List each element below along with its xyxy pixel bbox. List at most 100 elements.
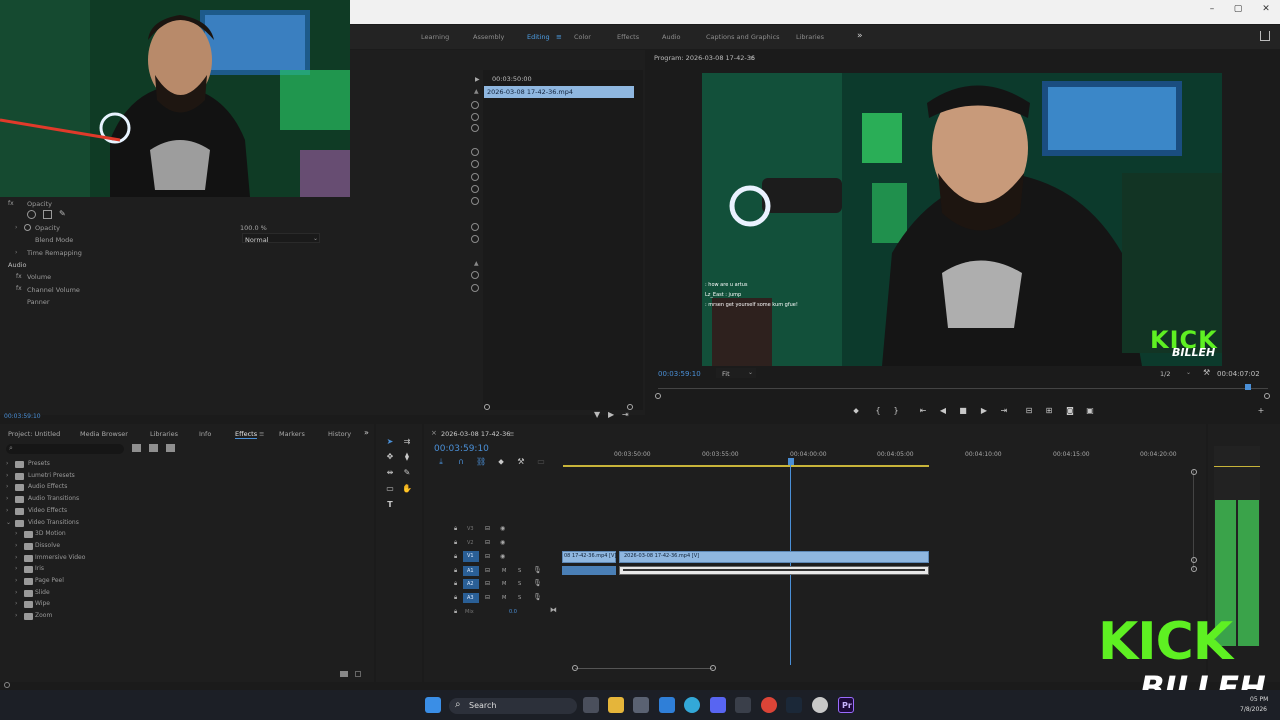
tab-libraries[interactable]: Libraries — [150, 430, 178, 438]
time-remapping-label[interactable]: Time Remapping — [27, 249, 82, 257]
scroll-handle-top[interactable] — [1191, 469, 1197, 475]
lock-icon[interactable]: 🔒︎ — [454, 594, 457, 602]
workspace-tab-audio[interactable]: Audio — [662, 33, 680, 41]
extract-icon[interactable]: ⊞ — [1044, 406, 1054, 416]
reset-icon[interactable] — [471, 173, 479, 181]
reset-icon[interactable] — [471, 197, 479, 205]
effects-tree-item[interactable]: Iris — [35, 565, 44, 572]
close-button[interactable]: ✕ — [1254, 2, 1278, 16]
insert-sequence-icon[interactable]: ⤓ — [436, 457, 446, 467]
expand-icon[interactable]: › — [15, 224, 17, 231]
task-view-icon[interactable] — [583, 697, 599, 713]
mark-in-icon[interactable]: { — [873, 406, 883, 416]
effects-tree-item[interactable]: Audio Effects — [28, 483, 67, 490]
effects-tree-item[interactable]: Page Peel — [35, 577, 64, 584]
close-icon[interactable]: × — [431, 429, 437, 437]
zoom-handle-left[interactable] — [572, 665, 578, 671]
captions-icon[interactable]: ▭ — [536, 457, 546, 467]
expand-icon[interactable]: › — [6, 460, 8, 467]
tab-effects[interactable]: Effects — [235, 430, 258, 439]
workspace-tab-learning[interactable]: Learning — [421, 33, 449, 41]
reset-icon[interactable] — [471, 124, 479, 132]
reset-icon[interactable] — [471, 148, 479, 156]
channel-volume-label[interactable]: Channel Volume — [27, 286, 80, 294]
volume-fx-icon[interactable]: fx — [16, 273, 22, 280]
reset-icon[interactable] — [471, 160, 479, 168]
expand-icon[interactable]: › — [15, 565, 17, 572]
status-icon[interactable] — [4, 682, 10, 688]
expand-icon[interactable]: › — [6, 483, 8, 490]
track-label-a3[interactable]: A3 — [467, 595, 474, 601]
go-to-out-icon[interactable]: ⇥ — [999, 406, 1009, 416]
track-select-tool-icon[interactable]: ⇉ — [402, 437, 412, 447]
eye-icon[interactable]: ◉ — [500, 553, 505, 560]
lock-icon[interactable]: 🔒︎ — [454, 580, 457, 588]
taskbar-date[interactable]: 7/8/2026 — [1240, 706, 1267, 713]
more-tabs-icon[interactable]: » — [364, 428, 369, 437]
effects-tree-item[interactable]: Wipe — [35, 600, 50, 607]
expand-icon[interactable]: › — [6, 495, 8, 502]
sync-lock-icon[interactable]: ⊟ — [485, 539, 490, 546]
share-icon[interactable] — [1260, 31, 1270, 41]
wrench-icon[interactable]: ⚒ — [1203, 368, 1210, 377]
track-label-v1[interactable]: V1 — [467, 553, 474, 559]
file-explorer-icon[interactable] — [608, 697, 624, 713]
sync-lock-icon[interactable]: ⊟ — [485, 525, 490, 532]
zoom-handle-left[interactable] — [655, 393, 661, 399]
accelerated-effects-icon[interactable] — [132, 444, 141, 452]
add-button-icon[interactable]: + — [1256, 406, 1266, 416]
timeline-settings-icon[interactable]: ⚒ — [516, 457, 526, 467]
channel-volume-fx-icon[interactable]: fx — [16, 285, 22, 292]
eye-icon[interactable]: ◉ — [500, 539, 505, 546]
program-monitor-title[interactable]: Program: 2026-03-08 17-42-36 — [654, 54, 755, 62]
export-frame-icon[interactable]: ⇥ — [622, 410, 629, 419]
mute-button[interactable]: M — [502, 595, 506, 601]
razor-tool-icon[interactable]: ⧫ — [402, 452, 412, 462]
yuv-effects-icon[interactable] — [166, 444, 175, 452]
maximize-button[interactable]: ▢ — [1226, 2, 1250, 16]
lift-icon[interactable]: ⊟ — [1024, 406, 1034, 416]
app-icon[interactable] — [735, 697, 751, 713]
filter-icon[interactable]: ▼ — [594, 410, 600, 419]
workspace-menu-icon[interactable]: ≡ — [556, 33, 562, 41]
steam-icon[interactable] — [786, 697, 802, 713]
effects-tree-item[interactable]: Video Effects — [28, 507, 67, 514]
lock-icon[interactable]: 🔒︎ — [454, 553, 457, 561]
taskbar-time[interactable]: 05 PM — [1250, 696, 1268, 703]
tab-markers[interactable]: Markers — [279, 430, 305, 438]
collapse-icon[interactable]: ▲ — [474, 88, 479, 95]
edge-icon[interactable] — [684, 697, 700, 713]
panel-menu-icon[interactable]: ≡ — [509, 430, 514, 438]
snap-icon[interactable]: ∩ — [456, 457, 466, 467]
expand-icon[interactable]: › — [6, 472, 8, 479]
timeline-timecode[interactable]: 00:03:59:10 — [434, 444, 489, 454]
track-label-v3[interactable]: V3 — [467, 526, 474, 532]
playhead-handle[interactable] — [788, 458, 794, 465]
reset-icon[interactable] — [471, 223, 479, 231]
track-label-a1[interactable]: A1 — [467, 568, 474, 574]
sync-lock-icon[interactable]: ⊟ — [485, 567, 490, 574]
play-icon[interactable]: ▶ — [979, 406, 989, 416]
volume-label[interactable]: Volume — [27, 273, 51, 281]
expand-icon[interactable]: › — [15, 249, 17, 256]
expand-icon[interactable]: › — [6, 507, 8, 514]
tab-info[interactable]: Info — [199, 430, 211, 438]
effect-controls-timecode[interactable]: 00:03:59:10 — [4, 413, 41, 420]
selection-tool-icon[interactable]: ➤ — [385, 437, 395, 447]
effects-tree-item[interactable]: Video Transitions — [28, 519, 79, 526]
zoom-handle-left[interactable] — [484, 404, 490, 410]
delete-icon[interactable] — [355, 671, 361, 677]
work-area-bar[interactable] — [563, 465, 929, 467]
program-playhead[interactable] — [1245, 384, 1251, 390]
mute-button[interactable]: M — [502, 581, 506, 587]
expand-icon[interactable]: › — [15, 589, 17, 596]
mix-value[interactable]: 0.0 — [509, 609, 517, 615]
rectangle-tool-icon[interactable]: ▭ — [385, 484, 395, 494]
reset-icon[interactable] — [471, 271, 479, 279]
reset-icon[interactable] — [471, 101, 479, 109]
mark-out-icon[interactable]: } — [891, 406, 901, 416]
audio-clip[interactable] — [562, 566, 616, 575]
play-only-icon[interactable]: ▶ — [475, 76, 480, 83]
scroll-handle-mid[interactable] — [1191, 557, 1197, 563]
effects-tree-item[interactable]: Dissolve — [35, 542, 60, 549]
